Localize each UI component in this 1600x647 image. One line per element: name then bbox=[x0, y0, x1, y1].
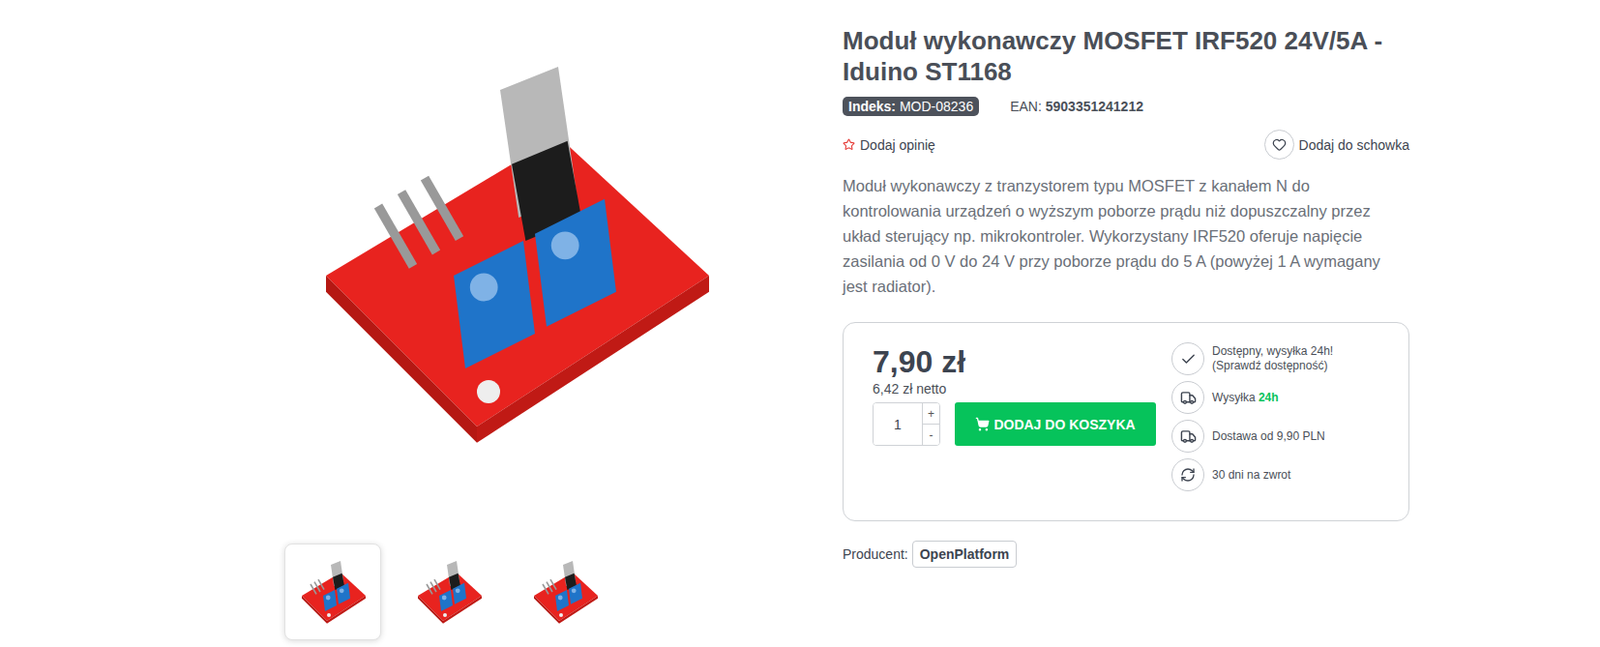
info-icon-circle bbox=[1171, 458, 1205, 492]
info-list: Dostępny, wysyłka 24h!(Sprawdź dostępnoś… bbox=[1171, 342, 1396, 492]
producer-link[interactable]: OpenPlatform bbox=[912, 540, 1018, 568]
price-column: 7,90 zł6,42 zł netto+-DODAJ DO KOSZYKA bbox=[872, 342, 1156, 492]
thumbnail-image bbox=[294, 553, 372, 631]
info-item: Wysyłka 24h bbox=[1171, 381, 1396, 415]
gallery bbox=[265, 0, 775, 647]
thumbnail[interactable] bbox=[516, 543, 614, 641]
refresh-icon bbox=[1180, 467, 1196, 483]
heart-icon-circle bbox=[1264, 129, 1295, 160]
index-badge: Indeks: MOD-08236 bbox=[842, 96, 979, 117]
quantity-field: +- bbox=[872, 402, 941, 446]
description: Moduł wykonawczy z tranzystorem typu MOS… bbox=[842, 173, 1410, 299]
ean: EAN: 5903351241212 bbox=[1009, 98, 1144, 115]
thumbnail[interactable] bbox=[284, 543, 382, 641]
product-photo bbox=[265, 0, 759, 505]
decrease-button[interactable]: - bbox=[922, 423, 940, 445]
cart-icon bbox=[975, 416, 990, 432]
info-icon-circle bbox=[1171, 381, 1205, 415]
info-item: 30 dni na zwrot bbox=[1171, 458, 1396, 492]
meta-row: Indeks: MOD-08236 EAN: 5903351241212 bbox=[842, 96, 1410, 117]
truck-icon bbox=[1180, 428, 1197, 445]
net-price: 6,42 zł netto bbox=[872, 381, 1156, 397]
star-icon bbox=[842, 138, 856, 151]
truck-icon bbox=[1180, 389, 1197, 407]
buy-box: 7,90 zł6,42 zł netto+-DODAJ DO KOSZYKADo… bbox=[842, 322, 1410, 522]
product-page: Moduł wykonawczy MOSFET IRF520 24V/5A - … bbox=[0, 0, 1600, 647]
product-title: Moduł wykonawczy MOSFET IRF520 24V/5A - … bbox=[842, 25, 1410, 88]
cart-row: +-DODAJ DO KOSZYKA bbox=[872, 402, 1156, 446]
heart-icon bbox=[1272, 137, 1287, 152]
info-text: Dostawa od 9,90 PLN bbox=[1212, 429, 1326, 445]
thumbnail-image bbox=[410, 553, 488, 631]
thumbnail-image bbox=[526, 553, 604, 631]
check-icon bbox=[1180, 351, 1197, 368]
info-icon-circle bbox=[1171, 342, 1205, 376]
info-item: Dostępny, wysyłka 24h!(Sprawdź dostępnoś… bbox=[1171, 342, 1396, 376]
producer-row: Producent:OpenPlatform bbox=[842, 540, 1410, 568]
action-row: Dodaj opinię Dodaj do schowka bbox=[842, 129, 1410, 160]
info-text: Dostępny, wysyłka 24h!(Sprawdź dostępnoś… bbox=[1212, 344, 1334, 374]
increase-button[interactable]: + bbox=[922, 403, 940, 424]
thumbnail[interactable] bbox=[400, 543, 498, 641]
product-info: Moduł wykonawczy MOSFET IRF520 24V/5A - … bbox=[842, 0, 1410, 647]
info-icon-circle bbox=[1171, 419, 1205, 453]
add-review-button[interactable]: Dodaj opinię bbox=[842, 137, 936, 153]
thumbnails bbox=[265, 543, 775, 641]
quantity-input[interactable] bbox=[873, 403, 922, 445]
wishlist-button[interactable]: Dodaj do schowka bbox=[1264, 129, 1410, 160]
quantity-steps: +- bbox=[921, 403, 940, 445]
price: 7,90 zł bbox=[872, 342, 1156, 382]
producer-label: Producent: bbox=[842, 546, 909, 563]
info-text: Wysyłka 24h bbox=[1212, 390, 1279, 406]
board-image bbox=[279, 20, 744, 485]
info-item: Dostawa od 9,90 PLN bbox=[1171, 419, 1396, 453]
add-to-cart-button[interactable]: DODAJ DO KOSZYKA bbox=[954, 402, 1156, 446]
info-text: 30 dni na zwrot bbox=[1212, 468, 1291, 483]
